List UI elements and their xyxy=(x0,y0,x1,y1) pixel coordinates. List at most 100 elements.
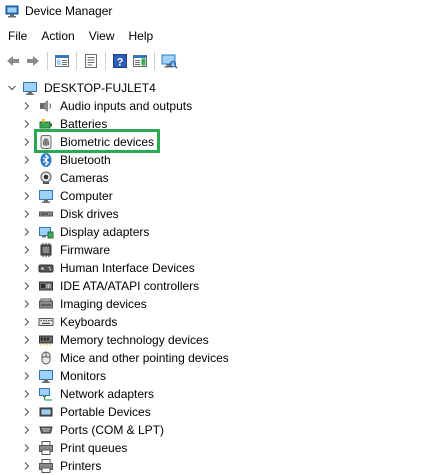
tree-item-firmware[interactable]: Firmware xyxy=(0,241,428,259)
chevron-right-icon[interactable] xyxy=(21,439,33,457)
title-bar: Device Manager xyxy=(0,0,428,22)
network-icon xyxy=(38,386,54,402)
tree-item-print-queues[interactable]: Print queues xyxy=(0,439,428,457)
tree-root-label: DESKTOP-FUJLET4 xyxy=(44,81,156,95)
speaker-icon xyxy=(38,98,54,114)
back-arrow-icon[interactable] xyxy=(3,51,23,71)
scan-hardware-icon[interactable] xyxy=(159,51,179,71)
printer-icon xyxy=(38,458,54,474)
tree-item-portable-devices[interactable]: Portable Devices xyxy=(0,403,428,421)
show-hide-tree-icon[interactable] xyxy=(52,51,72,71)
tree-item-ports-com-lpt[interactable]: Ports (COM & LPT) xyxy=(0,421,428,439)
tree-item-label: Batteries xyxy=(60,117,108,131)
tree-item-printers[interactable]: Printers xyxy=(0,457,428,475)
tree-item-label: Monitors xyxy=(60,369,107,383)
fingerprint-icon xyxy=(38,134,54,150)
tree-item-ide-ata-atapi-controllers[interactable]: IDE ATA/ATAPI controllers xyxy=(0,277,428,295)
chevron-right-icon[interactable] xyxy=(21,151,33,169)
toolbar-separator xyxy=(76,52,77,70)
menu-bar: File Action View Help xyxy=(0,27,160,45)
chevron-right-icon[interactable] xyxy=(21,331,33,349)
chevron-right-icon[interactable] xyxy=(21,259,33,277)
tree-item-label: Biometric devices xyxy=(60,135,155,149)
tree-item-network-adapters[interactable]: Network adapters xyxy=(0,385,428,403)
bluetooth-icon xyxy=(38,152,54,168)
chevron-right-icon[interactable] xyxy=(21,457,33,475)
tree-item-audio-inputs-and-outputs[interactable]: Audio inputs and outputs xyxy=(0,97,428,115)
ide-controller-icon xyxy=(38,278,54,294)
toolbar-separator xyxy=(47,52,48,70)
tree-item-label: Portable Devices xyxy=(60,405,151,419)
menu-file[interactable]: File xyxy=(0,27,34,45)
chevron-right-icon[interactable] xyxy=(21,223,33,241)
help-icon[interactable]: ? xyxy=(110,51,130,71)
tree-item-label: Keyboards xyxy=(60,315,118,329)
tree-item-batteries[interactable]: Batteries xyxy=(0,115,428,133)
toolbar-separator xyxy=(154,52,155,70)
chevron-right-icon[interactable] xyxy=(21,385,33,403)
chevron-right-icon[interactable] xyxy=(21,313,33,331)
toolbar-separator xyxy=(105,52,106,70)
hid-icon xyxy=(38,260,54,276)
menu-action[interactable]: Action xyxy=(34,27,81,45)
camera-icon xyxy=(38,170,54,186)
menu-help[interactable]: Help xyxy=(122,27,161,45)
action-pane-icon[interactable] xyxy=(130,51,150,71)
chevron-right-icon[interactable] xyxy=(21,169,33,187)
tree-item-label: Bluetooth xyxy=(60,153,111,167)
monitor-icon xyxy=(38,368,54,384)
tree-item-biometric-devices[interactable]: Biometric devices xyxy=(0,129,428,153)
tree-item-label: Network adapters xyxy=(60,387,155,401)
tree-item-cameras[interactable]: Cameras xyxy=(0,169,428,187)
tree-item-computer[interactable]: Computer xyxy=(0,187,428,205)
keyboard-icon xyxy=(38,314,54,330)
chevron-right-icon[interactable] xyxy=(21,349,33,367)
forward-arrow-icon[interactable] xyxy=(23,51,43,71)
chevron-right-icon[interactable] xyxy=(21,241,33,259)
tree-item-label: Ports (COM & LPT) xyxy=(60,423,165,437)
tree-item-label: Cameras xyxy=(60,171,109,185)
tree-item-memory-technology-devices[interactable]: Memory technology devices xyxy=(0,331,428,349)
chevron-right-icon[interactable] xyxy=(21,295,33,313)
window-title: Device Manager xyxy=(25,4,113,18)
printer-icon xyxy=(38,440,54,456)
imaging-icon xyxy=(38,296,54,312)
tree-item-label: Firmware xyxy=(60,243,110,257)
display-adapter-icon xyxy=(38,224,54,240)
disk-drive-icon xyxy=(38,206,54,222)
chevron-right-icon[interactable] xyxy=(21,97,33,115)
tree-item-monitors[interactable]: Monitors xyxy=(0,367,428,385)
mouse-icon xyxy=(38,350,54,366)
chevron-right-icon[interactable] xyxy=(21,115,33,133)
tree-item-label: Human Interface Devices xyxy=(60,261,195,275)
menu-view[interactable]: View xyxy=(82,27,122,45)
tree-children: Audio inputs and outputs Batteries Biometr… xyxy=(0,97,428,475)
tree-item-label: Print queues xyxy=(60,441,128,455)
tree-item-disk-drives[interactable]: Disk drives xyxy=(0,205,428,223)
svg-text:?: ? xyxy=(117,57,124,69)
tree-root[interactable]: DESKTOP-FUJLET4 xyxy=(0,79,428,97)
chevron-right-icon[interactable] xyxy=(21,187,33,205)
properties-icon[interactable] xyxy=(81,51,101,71)
chevron-right-icon[interactable] xyxy=(21,403,33,421)
chevron-right-icon[interactable] xyxy=(21,277,33,295)
tree-item-human-interface-devices[interactable]: Human Interface Devices xyxy=(0,259,428,277)
chevron-right-icon[interactable] xyxy=(21,367,33,385)
device-tree: DESKTOP-FUJLET4 Audio inputs and outputs… xyxy=(0,79,428,475)
tree-item-label: Memory technology devices xyxy=(60,333,209,347)
tree-item-imaging-devices[interactable]: Imaging devices xyxy=(0,295,428,313)
tree-item-display-adapters[interactable]: Display adapters xyxy=(0,223,428,241)
battery-icon xyxy=(38,116,54,132)
firmware-icon xyxy=(38,242,54,258)
tree-item-mice-and-other-pointing-devices[interactable]: Mice and other pointing devices xyxy=(0,349,428,367)
chevron-right-icon[interactable] xyxy=(21,133,33,151)
chevron-right-icon[interactable] xyxy=(21,205,33,223)
tree-item-keyboards[interactable]: Keyboards xyxy=(0,313,428,331)
tree-item-label: Mice and other pointing devices xyxy=(60,351,229,365)
chevron-right-icon[interactable] xyxy=(21,421,33,439)
tree-item-label: Imaging devices xyxy=(60,297,147,311)
tree-item-bluetooth[interactable]: Bluetooth xyxy=(0,151,428,169)
device-manager-icon xyxy=(5,4,19,18)
tree-item-label: Printers xyxy=(60,459,102,473)
chevron-down-icon[interactable] xyxy=(6,79,18,97)
